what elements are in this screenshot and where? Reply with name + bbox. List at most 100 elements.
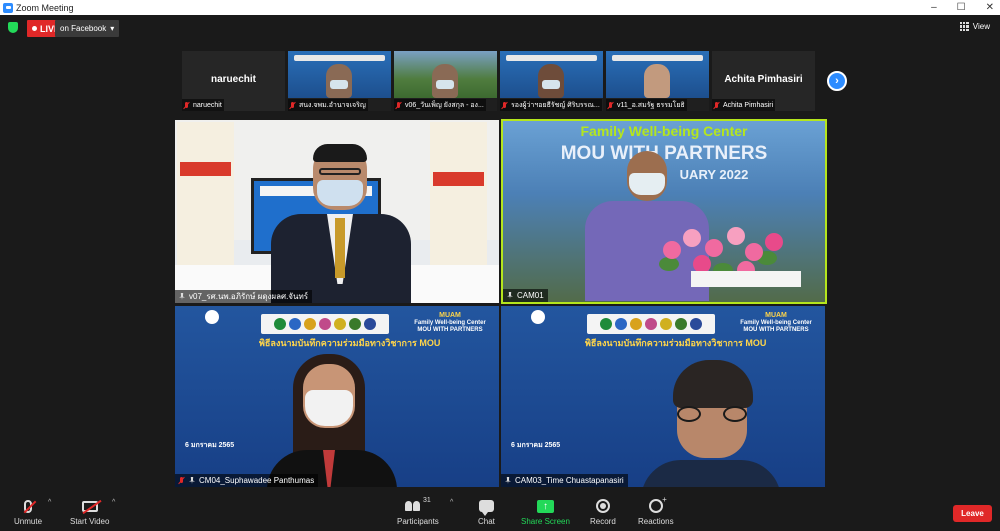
- reactions-button[interactable]: Reactions: [638, 495, 674, 526]
- window-title: Zoom Meeting: [16, 2, 74, 13]
- stream-target-dropdown[interactable]: on Facebook ▾: [55, 20, 120, 37]
- partner-logos: [261, 314, 389, 334]
- participant-thumb[interactable]: v06_วันเพ็ญ ยังสกุล - อง...: [394, 51, 497, 111]
- tile-participant-name: v07_รศ.นพ.อภิรักษ์ ผดุงผลศ.จันทร์: [189, 292, 309, 301]
- unmute-label: Unmute: [14, 517, 43, 526]
- gallery-strip: naruechit naruechit สนง.จพม.อำนาจเจริญ v…: [182, 51, 818, 111]
- organization-logo: [531, 310, 545, 324]
- participant-video-figure: [644, 64, 670, 98]
- participant-video-figure: [432, 64, 458, 98]
- tile-participant-name: CM04_Suphawadee Panthumas: [199, 476, 315, 485]
- participant-display-name: Achita Pimhasiri: [724, 74, 803, 85]
- participant-thumb[interactable]: naruechit naruechit: [182, 51, 285, 111]
- tile-name-tag: CM04_Suphawadee Panthumas: [175, 474, 319, 487]
- video-tile[interactable]: 6 มกราคม 2565 พิธีลงนามบันทึกความร่วมมือ…: [175, 306, 499, 487]
- participant-name-tag: รองผู้ว่าฯอยธีรัชญ์ ศิริบรรณ...: [500, 99, 602, 111]
- chat-icon: [478, 500, 494, 516]
- participant-name-tag: สนง.จพม.อำนาจเจริญ: [288, 99, 368, 111]
- participant-thumb[interactable]: v11_อ.สมรัฐ ธรรมโยธิ: [606, 51, 709, 111]
- mic-muted-icon: [396, 101, 402, 109]
- pin-icon: [189, 477, 195, 484]
- mic-muted-icon: [502, 101, 508, 109]
- poster-date: 6 มกราคม 2565: [185, 442, 235, 449]
- participant-name-tag: v06_วันเพ็ญ ยังสกุล - อง...: [394, 99, 486, 111]
- participant-video-figure: [538, 64, 564, 98]
- next-page-button[interactable]: ›: [827, 71, 847, 91]
- mic-muted-icon: [714, 101, 720, 109]
- poster-thai-title: พิธีลงนามบันทึกความร่วมมือทางวิชาการ MOU: [259, 338, 441, 348]
- participant-name: Achita Pimhasiri: [723, 101, 774, 109]
- participant-name: สนง.จพม.อำนาจเจริญ: [299, 101, 366, 109]
- participant-video-figure: [326, 64, 352, 98]
- stream-target-label: on Facebook: [60, 24, 107, 33]
- mic-muted-icon: [290, 101, 296, 109]
- poster-event-line1: Family Well-being Center: [414, 320, 486, 326]
- participant-display-name: naruechit: [210, 74, 256, 85]
- speaker-figure: [271, 144, 411, 303]
- tile-participant-name: CAM03_Time Chuastapanasiri: [515, 476, 624, 485]
- participant-name-tag: v11_อ.สมรัฐ ธรรมโยธิ: [606, 99, 687, 111]
- name-placard: [691, 271, 801, 287]
- share-screen-button[interactable]: ↑ Share Screen: [521, 497, 570, 526]
- chat-label: Chat: [478, 517, 495, 526]
- video-off-icon: [81, 500, 98, 512]
- participants-label: Participants: [397, 517, 439, 526]
- video-options-caret[interactable]: ^: [112, 499, 115, 506]
- participant-count: 31: [423, 497, 431, 504]
- tile-name-tag: v07_รศ.นพ.อภิรักษ์ ผดุงผลศ.จันทร์: [175, 290, 313, 303]
- participants-icon: [405, 501, 420, 511]
- tile-name-tag: CAM01: [503, 289, 548, 302]
- participant-thumb[interactable]: Achita Pimhasiri Achita Pimhasiri: [712, 51, 815, 111]
- chevron-down-icon: ▾: [110, 24, 115, 33]
- minimize-button[interactable]: –: [931, 2, 937, 13]
- mic-muted-icon: [608, 101, 614, 109]
- poster-event-label: MUAM: [439, 312, 461, 319]
- tile-participant-name: CAM01: [517, 291, 544, 300]
- leave-button[interactable]: Leave: [953, 505, 992, 522]
- poster-event-title: MUAM Family Well-being Center MOU WITH P…: [731, 312, 821, 334]
- reactions-icon: [648, 495, 667, 513]
- mic-muted-icon: [184, 101, 190, 109]
- close-button[interactable]: ✕: [986, 2, 994, 13]
- video-tile[interactable]: v07_รศ.นพ.อภิรักษ์ ผดุงผลศ.จันทร์: [175, 120, 499, 303]
- video-tile[interactable]: 6 มกราคม 2565 พิธีลงนามบันทึกความร่วมมือ…: [501, 306, 825, 487]
- start-video-label: Start Video: [70, 517, 110, 526]
- participant-name: v06_วันเพ็ญ ยังสกุล - อง...: [405, 101, 484, 109]
- chat-button[interactable]: Chat: [478, 497, 495, 526]
- meeting-topbar: LIVE on Facebook ▾ View: [0, 15, 1000, 41]
- poster-event-line2: MOU WITH PARTNERS: [417, 327, 483, 333]
- unmute-button[interactable]: Unmute: [14, 497, 42, 526]
- record-icon: [595, 499, 610, 513]
- pin-icon: [505, 477, 511, 484]
- participant-thumb[interactable]: รองผู้ว่าฯอยธีรัชญ์ ศิริบรรณ...: [500, 51, 603, 111]
- pin-icon: [507, 292, 513, 299]
- view-button[interactable]: View: [959, 22, 990, 31]
- start-video-button[interactable]: Start Video: [70, 497, 109, 526]
- encryption-shield-icon[interactable]: [8, 22, 18, 33]
- mic-muted-icon: [179, 477, 185, 484]
- participant-name: รองผู้ว่าฯอยธีรัชญ์ ศิริบรรณ...: [511, 101, 600, 109]
- organization-logo: [205, 310, 219, 324]
- maximize-button[interactable]: ☐: [957, 2, 966, 13]
- meeting-controls-bar: Unmute ^ Start Video ^ 31 Participants ^…: [0, 493, 1000, 531]
- zoom-app-icon: [3, 2, 13, 13]
- participants-button[interactable]: 31 Participants: [397, 497, 439, 526]
- participant-name-tag: naruechit: [182, 99, 224, 111]
- participants-options-caret[interactable]: ^: [450, 499, 453, 506]
- window-controls: – ☐ ✕: [931, 0, 994, 15]
- partner-logos: [587, 314, 715, 334]
- record-label: Record: [590, 517, 616, 526]
- participant-thumb[interactable]: สนง.จพม.อำนาจเจริญ: [288, 51, 391, 111]
- participant-figure: [641, 360, 781, 487]
- microphone-muted-icon: [24, 499, 32, 513]
- live-dot-icon: [32, 26, 37, 31]
- poster-event-title: MUAM Family Well-being Center MOU WITH P…: [405, 312, 495, 334]
- audio-options-caret[interactable]: ^: [48, 499, 51, 506]
- share-screen-icon: ↑: [536, 499, 554, 513]
- poster-date: 6 มกราคม 2565: [511, 442, 561, 449]
- record-button[interactable]: Record: [590, 497, 616, 526]
- participant-name-tag: Achita Pimhasiri: [712, 99, 776, 111]
- pin-icon: [179, 293, 185, 300]
- video-tile-active-speaker[interactable]: Family Well-being Center MOU WITH PARTNE…: [501, 119, 827, 304]
- participant-name: v11_อ.สมรัฐ ธรรมโยธิ: [617, 101, 685, 109]
